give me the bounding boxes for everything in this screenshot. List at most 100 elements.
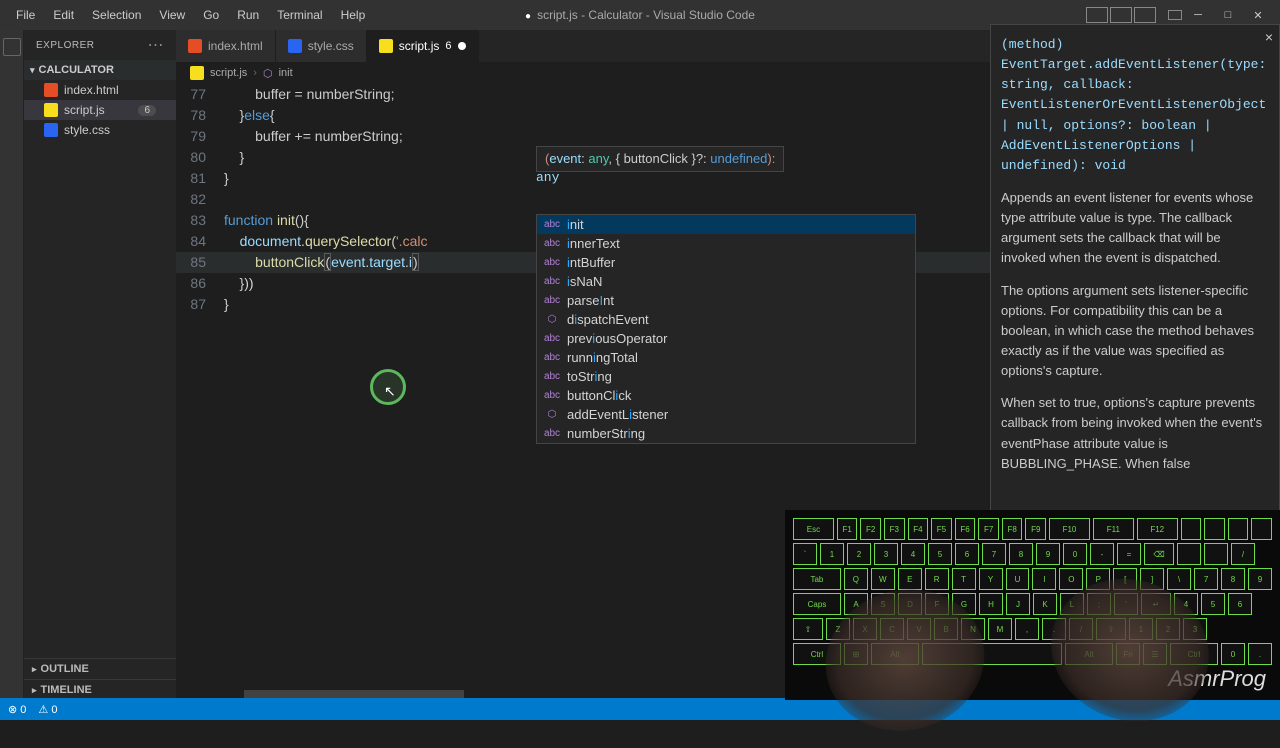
keyboard-key: Q [844, 568, 868, 590]
keyboard-key: 9 [1248, 568, 1272, 590]
keyboard-key: I [1032, 568, 1056, 590]
keyboard-key: R [925, 568, 949, 590]
keyboard-key: 4 [901, 543, 925, 565]
keyboard-key: 0 [1063, 543, 1087, 565]
keyboard-key: 9 [1036, 543, 1060, 565]
timeline-section[interactable]: TIMELINE [24, 679, 176, 700]
activity-bar [0, 30, 24, 700]
autocomplete-item[interactable]: abcbuttonClick [537, 386, 915, 405]
window-title: script.js - Calculator - Visual Studio C… [525, 8, 755, 22]
layout-icon[interactable] [1168, 10, 1182, 20]
tab-script-js[interactable]: script.js6 [367, 30, 479, 62]
warnings-count[interactable]: ⚠ 0 [38, 703, 57, 716]
abc-icon: abc [545, 427, 559, 441]
autocomplete-item[interactable]: abctoString [537, 367, 915, 386]
keyboard-key: K [1033, 593, 1057, 615]
doc-paragraph: Appends an event listener for events who… [1001, 188, 1269, 269]
keyboard-key [1181, 518, 1202, 540]
code-line[interactable]: 77 buffer = numberString; [176, 84, 1110, 105]
keyboard-key: 2 [847, 543, 871, 565]
code-line[interactable]: 82 [176, 189, 1110, 210]
close-button[interactable]: ✕ [1244, 4, 1272, 26]
autocomplete-item[interactable]: abcpreviousOperator [537, 329, 915, 348]
keyboard-key: ⇧ [793, 618, 823, 640]
keyboard-key: F7 [978, 518, 999, 540]
code-line[interactable]: 79 buffer += numberString; [176, 126, 1110, 147]
folder-header[interactable]: CALCULATOR [24, 60, 176, 80]
autocomplete-item[interactable]: abcinnerText [537, 234, 915, 253]
close-icon[interactable]: × [1265, 27, 1273, 49]
file-item-script-js[interactable]: script.js6 [24, 100, 176, 120]
autocomplete-item[interactable]: abcinit [537, 215, 915, 234]
keyboard-overlay: EscF1F2F3F4F5F6F7F8F9F10F11F12`123456789… [785, 510, 1280, 700]
keyboard-key: T [952, 568, 976, 590]
breadcrumb-file[interactable]: script.js [210, 67, 247, 79]
keyboard-key: 8 [1221, 568, 1245, 590]
keyboard-key: F2 [860, 518, 881, 540]
autocomplete-item[interactable]: ⬡dispatchEvent [537, 310, 915, 329]
keyboard-key: \ [1167, 568, 1191, 590]
autocomplete-item[interactable]: abcrunningTotal [537, 348, 915, 367]
layout-icon[interactable] [1110, 7, 1132, 23]
file-item-index-html[interactable]: index.html [24, 80, 176, 100]
menu-view[interactable]: View [151, 4, 193, 26]
keyboard-key: F12 [1137, 518, 1178, 540]
autocomplete-item[interactable]: ⬡addEventListener [537, 405, 915, 424]
menu-help[interactable]: Help [333, 4, 374, 26]
errors-count[interactable]: ⊗ 0 [8, 703, 26, 716]
abc-icon: abc [545, 332, 559, 346]
css-icon [44, 123, 58, 137]
breadcrumb-symbol[interactable]: init [279, 67, 293, 79]
abc-icon: abc [545, 218, 559, 232]
keyboard-key [1177, 543, 1201, 565]
menu-selection[interactable]: Selection [84, 4, 149, 26]
explorer-header: EXPLORER ⋯ [24, 30, 176, 60]
css-icon [288, 39, 302, 53]
explorer-more-icon[interactable]: ⋯ [148, 35, 165, 55]
abc-icon: abc [545, 370, 559, 384]
abc-icon: abc [545, 389, 559, 403]
keyboard-key [1251, 518, 1272, 540]
keyboard-key: F5 [931, 518, 952, 540]
layout-icon[interactable] [1134, 7, 1156, 23]
minimize-button[interactable]: ─ [1184, 4, 1212, 26]
tab-index-html[interactable]: index.html [176, 30, 276, 62]
keyboard-key: W [871, 568, 895, 590]
chevron-icon: › [253, 67, 257, 79]
file-item-style-css[interactable]: style.css [24, 120, 176, 140]
autocomplete-item[interactable]: abcisNaN [537, 272, 915, 291]
keyboard-key: U [1006, 568, 1030, 590]
js-icon [190, 66, 204, 80]
keyboard-key: ` [793, 543, 817, 565]
outline-section[interactable]: OUTLINE [24, 658, 176, 679]
menu-run[interactable]: Run [229, 4, 267, 26]
menu-edit[interactable]: Edit [45, 4, 82, 26]
menu-go[interactable]: Go [195, 4, 227, 26]
code-line[interactable]: 78 }else{ [176, 105, 1110, 126]
autocomplete-item[interactable]: abcparseInt [537, 291, 915, 310]
doc-signature: (method) EventTarget.addEventListener(ty… [1001, 35, 1269, 176]
autocomplete-item[interactable]: abcintBuffer [537, 253, 915, 272]
keyboard-key: 7 [1194, 568, 1218, 590]
explorer-icon[interactable] [3, 38, 21, 56]
keyboard-key: . [1248, 643, 1272, 665]
autocomplete-item[interactable]: abcnumberString [537, 424, 915, 443]
keyboard-key [1204, 518, 1225, 540]
keyboard-key: F11 [1093, 518, 1134, 540]
keyboard-key: = [1117, 543, 1141, 565]
menu-terminal[interactable]: Terminal [269, 4, 330, 26]
keyboard-key: / [1231, 543, 1255, 565]
autocomplete-popup[interactable]: abcinitabcinnerTextabcintBufferabcisNaNa… [536, 214, 916, 444]
tab-style-css[interactable]: style.css [276, 30, 367, 62]
keyboard-key: 1 [820, 543, 844, 565]
keyboard-key: 0 [1221, 643, 1245, 665]
layout-icon[interactable] [1086, 7, 1108, 23]
html-icon [44, 83, 58, 97]
breadcrumb[interactable]: script.js › ⬡ init [176, 62, 1110, 84]
keyboard-key: , [1015, 618, 1039, 640]
maximize-button[interactable]: □ [1214, 4, 1242, 26]
keyboard-key: F1 [837, 518, 858, 540]
doc-paragraph: The options argument sets listener-speci… [1001, 281, 1269, 382]
menu-file[interactable]: File [8, 4, 43, 26]
keyboard-key: F10 [1049, 518, 1090, 540]
